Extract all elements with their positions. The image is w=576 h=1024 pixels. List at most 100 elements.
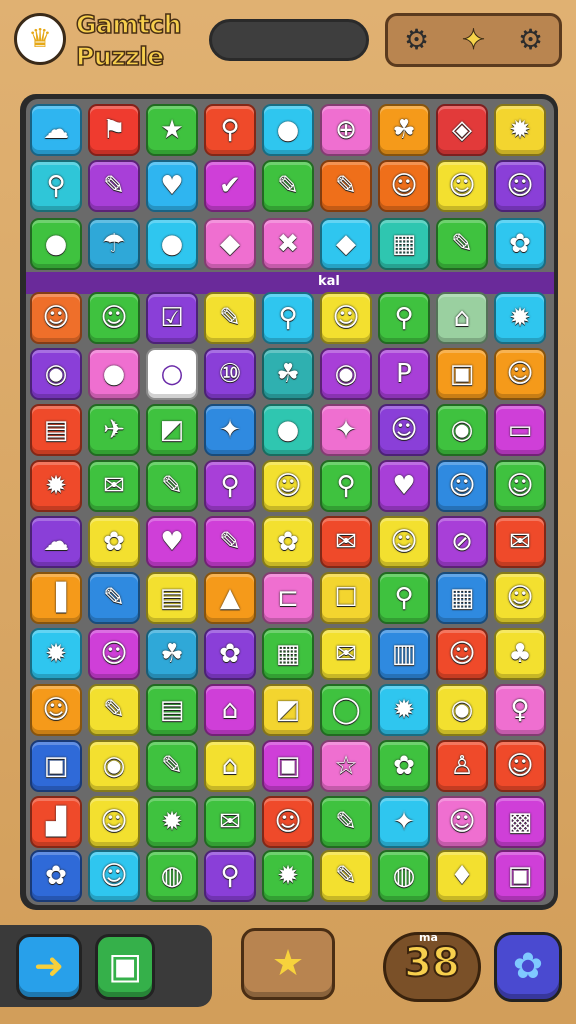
tile-r3-c9[interactable]: ✿ <box>494 218 546 270</box>
tile-r7-c5[interactable]: ☺ <box>262 460 314 512</box>
map-button[interactable]: ▣ <box>95 934 155 1000</box>
tile-r14-c2[interactable]: ☺ <box>88 850 140 902</box>
tile-r1-c7[interactable]: ☘ <box>378 104 430 156</box>
tile-r4-c9[interactable]: ✹ <box>494 292 546 344</box>
tile-r11-c3[interactable]: ▤ <box>146 684 198 736</box>
tile-r1-c4[interactable]: ⚲ <box>204 104 256 156</box>
tile-r3-c1[interactable]: ● <box>30 218 82 270</box>
tile-r2-c9[interactable]: ☺ <box>494 160 546 212</box>
tile-r13-c5[interactable]: ☺ <box>262 796 314 848</box>
tile-r12-c8[interactable]: ♙ <box>436 740 488 792</box>
tile-r1-c2[interactable]: ⚑ <box>88 104 140 156</box>
tile-r6-c3[interactable]: ◩ <box>146 404 198 456</box>
tile-r12-c7[interactable]: ✿ <box>378 740 430 792</box>
tile-r14-c7[interactable]: ◍ <box>378 850 430 902</box>
tile-r12-c3[interactable]: ✎ <box>146 740 198 792</box>
tile-r9-c9[interactable]: ☺ <box>494 572 546 624</box>
tile-r10-c7[interactable]: ▥ <box>378 628 430 680</box>
tile-r5-c5[interactable]: ☘ <box>262 348 314 400</box>
tile-r11-c1[interactable]: ☺ <box>30 684 82 736</box>
tile-r14-c4[interactable]: ⚲ <box>204 850 256 902</box>
tile-r7-c2[interactable]: ✉ <box>88 460 140 512</box>
tile-r3-c5[interactable]: ✖ <box>262 218 314 270</box>
tile-r8-c6[interactable]: ✉ <box>320 516 372 568</box>
tile-r11-c8[interactable]: ◉ <box>436 684 488 736</box>
tile-r10-c5[interactable]: ▦ <box>262 628 314 680</box>
tile-r7-c9[interactable]: ☺ <box>494 460 546 512</box>
tile-r9-c6[interactable]: ☐ <box>320 572 372 624</box>
tile-r2-c4[interactable]: ✔ <box>204 160 256 212</box>
tile-r12-c5[interactable]: ▣ <box>262 740 314 792</box>
tile-r13-c6[interactable]: ✎ <box>320 796 372 848</box>
tile-r4-c7[interactable]: ⚲ <box>378 292 430 344</box>
tile-r6-c5[interactable]: ● <box>262 404 314 456</box>
tile-r9-c5[interactable]: ⊏ <box>262 572 314 624</box>
tile-r13-c1[interactable]: ▟ <box>30 796 82 848</box>
tile-r12-c9[interactable]: ☺ <box>494 740 546 792</box>
tile-r8-c9[interactable]: ✉ <box>494 516 546 568</box>
tile-r8-c8[interactable]: ⊘ <box>436 516 488 568</box>
tile-r1-c1[interactable]: ☁ <box>30 104 82 156</box>
tile-r8-c2[interactable]: ✿ <box>88 516 140 568</box>
tile-r7-c8[interactable]: ☺ <box>436 460 488 512</box>
star-button[interactable]: ★ <box>241 928 335 1000</box>
tile-r12-c1[interactable]: ▣ <box>30 740 82 792</box>
tile-r5-c2[interactable]: ● <box>88 348 140 400</box>
tile-r9-c4[interactable]: ▲ <box>204 572 256 624</box>
tile-r6-c7[interactable]: ☺ <box>378 404 430 456</box>
tile-r4-c5[interactable]: ⚲ <box>262 292 314 344</box>
tile-r11-c2[interactable]: ✎ <box>88 684 140 736</box>
tile-r8-c7[interactable]: ☺ <box>378 516 430 568</box>
tile-r10-c1[interactable]: ✹ <box>30 628 82 680</box>
tile-r2-c1[interactable]: ⚲ <box>30 160 82 212</box>
tile-r14-c5[interactable]: ✹ <box>262 850 314 902</box>
tile-r10-c3[interactable]: ☘ <box>146 628 198 680</box>
tile-r5-c4[interactable]: ⑩ <box>204 348 256 400</box>
tile-r3-c2[interactable]: ☂ <box>88 218 140 270</box>
tile-r10-c2[interactable]: ☺ <box>88 628 140 680</box>
tile-r1-c5[interactable]: ● <box>262 104 314 156</box>
tile-r3-c8[interactable]: ✎ <box>436 218 488 270</box>
tile-r6-c9[interactable]: ▭ <box>494 404 546 456</box>
tile-r3-c6[interactable]: ◆ <box>320 218 372 270</box>
tile-r11-c6[interactable]: ◯ <box>320 684 372 736</box>
tile-r3-c7[interactable]: ▦ <box>378 218 430 270</box>
tile-r9-c1[interactable]: ▐ <box>30 572 82 624</box>
tile-r6-c2[interactable]: ✈ <box>88 404 140 456</box>
tile-r4-c1[interactable]: ☺ <box>30 292 82 344</box>
tile-r13-c2[interactable]: ☺ <box>88 796 140 848</box>
tile-r2-c6[interactable]: ✎ <box>320 160 372 212</box>
tile-r13-c7[interactable]: ✦ <box>378 796 430 848</box>
tile-r4-c3[interactable]: ☑ <box>146 292 198 344</box>
tile-r13-c4[interactable]: ✉ <box>204 796 256 848</box>
settings-button[interactable]: ⚙ <box>511 20 551 60</box>
tile-r13-c3[interactable]: ✹ <box>146 796 198 848</box>
tile-r13-c9[interactable]: ▩ <box>494 796 546 848</box>
tile-r11-c4[interactable]: ⌂ <box>204 684 256 736</box>
tile-r2-c7[interactable]: ☺ <box>378 160 430 212</box>
back-button[interactable]: ➜ <box>16 934 82 1000</box>
tile-r11-c5[interactable]: ◩ <box>262 684 314 736</box>
tile-r9-c8[interactable]: ▦ <box>436 572 488 624</box>
tile-r10-c6[interactable]: ✉ <box>320 628 372 680</box>
tile-r12-c6[interactable]: ☆ <box>320 740 372 792</box>
tile-r11-c9[interactable]: ♀ <box>494 684 546 736</box>
tile-r5-c3[interactable]: ○ <box>146 348 198 400</box>
tile-r10-c9[interactable]: ♣ <box>494 628 546 680</box>
tile-r2-c3[interactable]: ♥ <box>146 160 198 212</box>
tile-r14-c8[interactable]: ♦ <box>436 850 488 902</box>
gear-button[interactable]: ⚙ <box>397 20 437 60</box>
tile-r12-c2[interactable]: ◉ <box>88 740 140 792</box>
tile-r2-c8[interactable]: ☺ <box>436 160 488 212</box>
tile-r10-c8[interactable]: ☺ <box>436 628 488 680</box>
tile-r7-c4[interactable]: ⚲ <box>204 460 256 512</box>
tile-r7-c6[interactable]: ⚲ <box>320 460 372 512</box>
tile-r8-c4[interactable]: ✎ <box>204 516 256 568</box>
tile-r6-c1[interactable]: ▤ <box>30 404 82 456</box>
tile-r8-c3[interactable]: ♥ <box>146 516 198 568</box>
tile-r14-c9[interactable]: ▣ <box>494 850 546 902</box>
tile-r9-c3[interactable]: ▤ <box>146 572 198 624</box>
pin-button[interactable]: ✦ <box>454 20 494 60</box>
tile-r1-c3[interactable]: ★ <box>146 104 198 156</box>
tile-r5-c6[interactable]: ◉ <box>320 348 372 400</box>
